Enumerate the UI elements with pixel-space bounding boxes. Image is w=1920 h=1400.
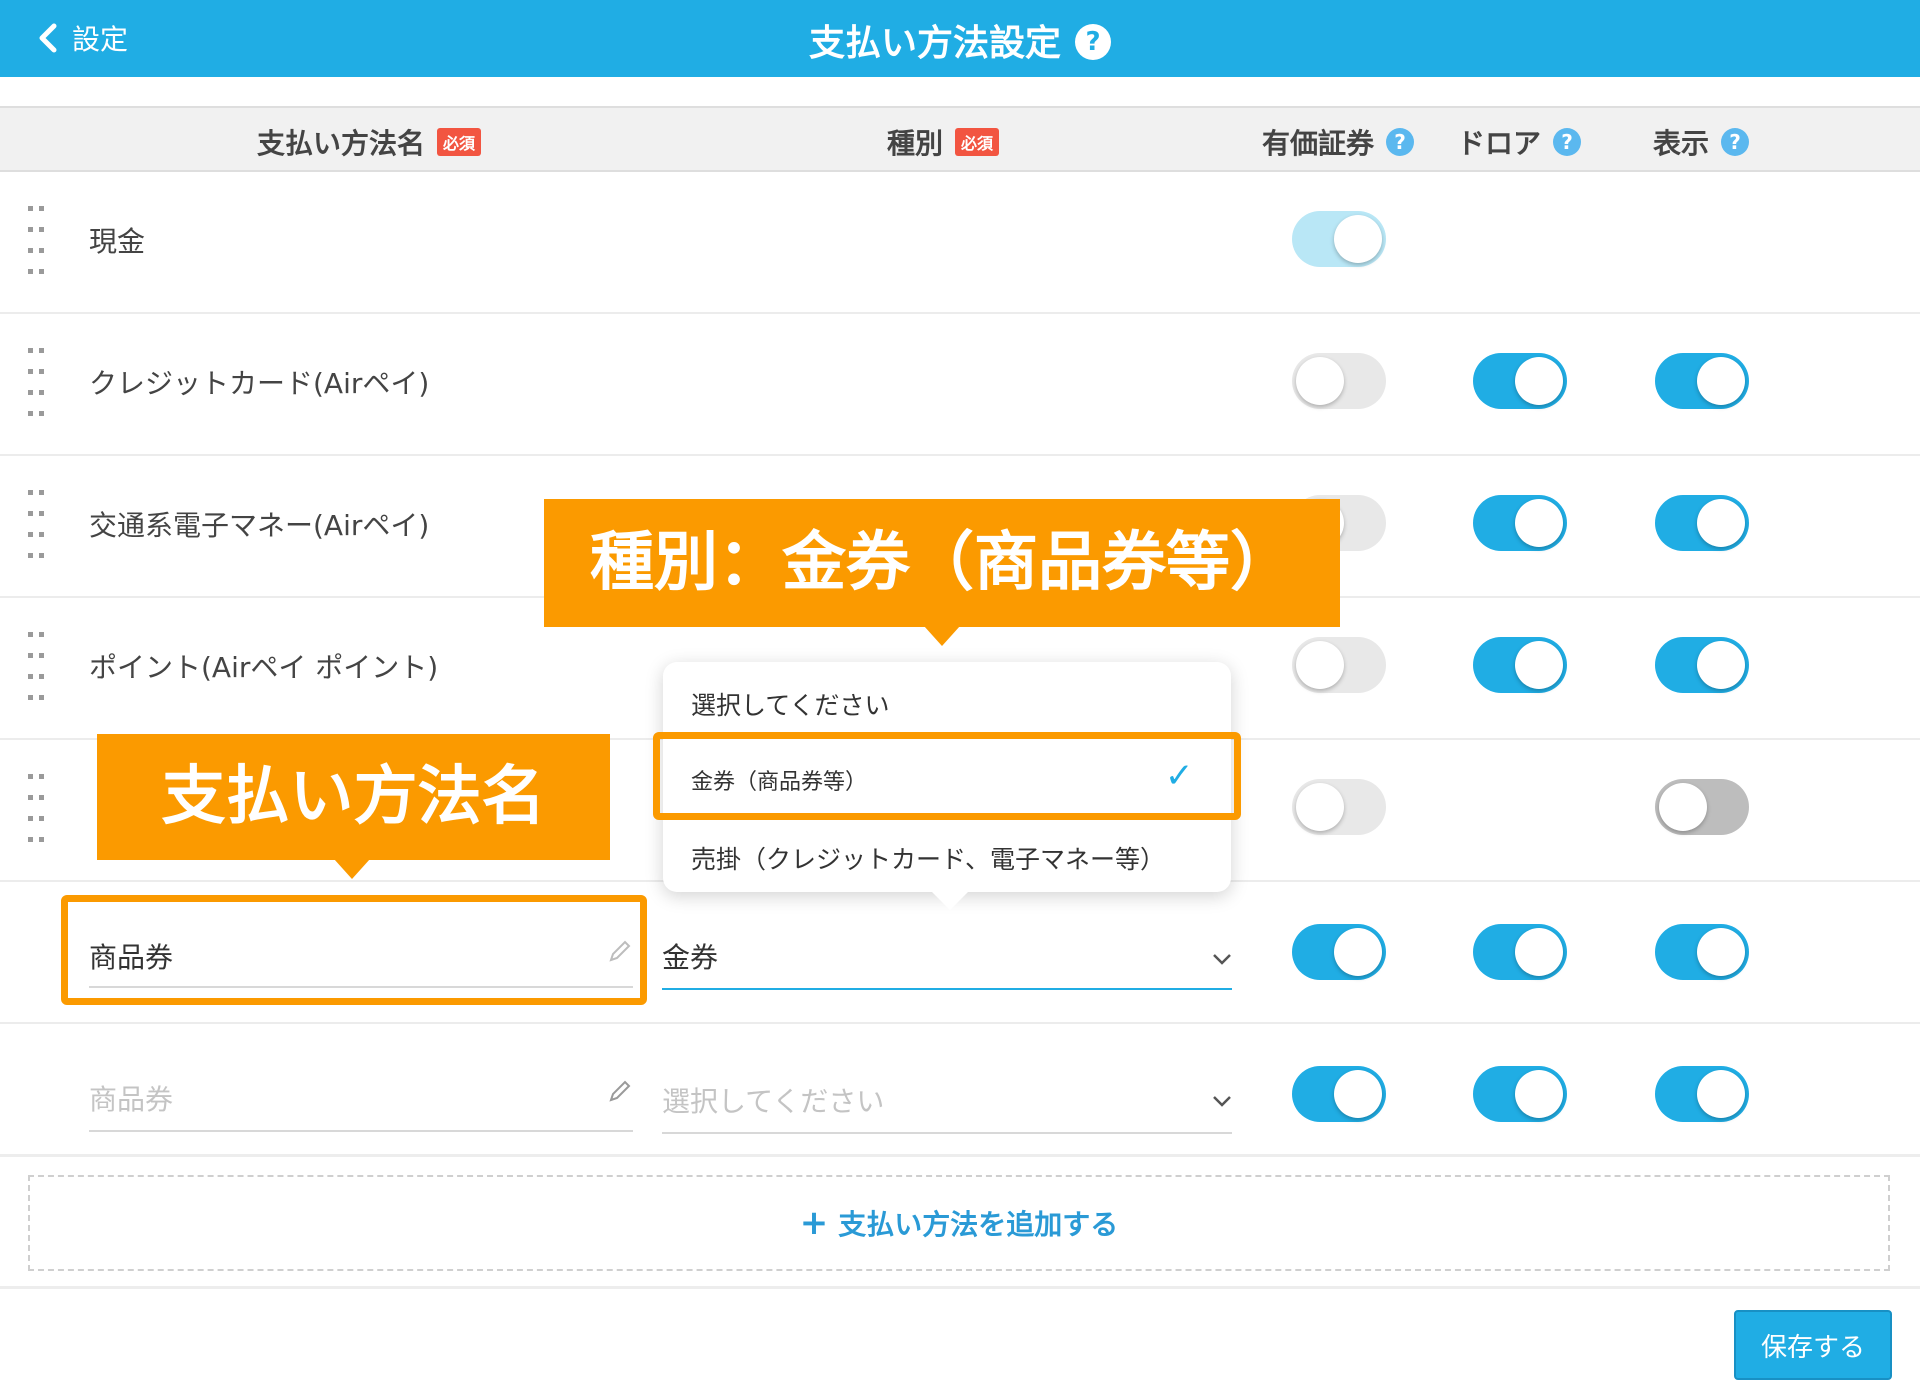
- securities-toggle[interactable]: [1292, 779, 1386, 835]
- securities-toggle[interactable]: [1292, 1066, 1386, 1122]
- display-toggle[interactable]: [1655, 637, 1749, 693]
- type-underline: [662, 988, 1232, 990]
- payment-method-name: ポイント(Airペイ ポイント): [89, 651, 439, 684]
- payment-method-name: 交通系電子マネー(Airペイ): [89, 509, 430, 542]
- securities-toggle[interactable]: [1292, 924, 1386, 980]
- drawer-toggle[interactable]: [1473, 637, 1567, 693]
- column-drawer-header: ドロア ?: [1457, 122, 1582, 162]
- toggle-knob: [1659, 783, 1707, 831]
- toggle-knob: [1515, 641, 1563, 689]
- toggle-knob: [1334, 215, 1382, 263]
- column-display-header: 表示 ?: [1653, 122, 1750, 162]
- callout-type-tail: [924, 626, 960, 646]
- callout-name-tail: [334, 859, 370, 879]
- help-icon[interactable]: ?: [1075, 24, 1111, 60]
- column-securities-header: 有価証券 ?: [1262, 122, 1415, 162]
- display-toggle[interactable]: [1655, 353, 1749, 409]
- display-toggle[interactable]: [1655, 495, 1749, 551]
- drag-handle-icon[interactable]: [28, 348, 46, 420]
- section-divider: [0, 1154, 1920, 1157]
- save-button[interactable]: 保存する: [1734, 1310, 1892, 1380]
- drag-handle-icon[interactable]: [28, 632, 46, 704]
- new-payment-name-input[interactable]: 商品券: [89, 1078, 173, 1118]
- column-name-header: 支払い方法名 必須: [257, 122, 482, 162]
- toggle-knob: [1334, 928, 1382, 976]
- securities-toggle[interactable]: [1292, 211, 1386, 267]
- display-toggle[interactable]: [1655, 1066, 1749, 1122]
- toggle-knob: [1334, 1070, 1382, 1118]
- dropdown-option[interactable]: 売掛（クレジットカード、電子マネー等）: [691, 840, 1165, 876]
- drag-handle-icon[interactable]: [28, 774, 46, 846]
- column-type-header: 種別 必須: [887, 122, 1000, 162]
- drag-handle-icon[interactable]: [28, 490, 46, 562]
- dropdown-option[interactable]: 選択してください: [691, 686, 890, 722]
- pencil-icon: [609, 1080, 631, 1102]
- callout-name: 支払い方法名: [97, 734, 610, 860]
- drawer-toggle[interactable]: [1473, 924, 1567, 980]
- toggle-knob: [1515, 928, 1563, 976]
- help-icon[interactable]: ?: [1386, 128, 1415, 156]
- dropdown-tail: [930, 890, 970, 910]
- help-icon[interactable]: ?: [1553, 128, 1582, 156]
- securities-toggle[interactable]: [1292, 637, 1386, 693]
- toggle-knob: [1515, 1070, 1563, 1118]
- highlight-selected-option: [653, 732, 1241, 820]
- payment-method-name: 現金: [89, 225, 146, 258]
- toggle-knob: [1697, 641, 1745, 689]
- toggle-knob: [1697, 928, 1745, 976]
- footer-divider: [0, 1286, 1920, 1289]
- plus-icon: +: [799, 1203, 829, 1243]
- required-badge: 必須: [955, 128, 1000, 156]
- new-type-select[interactable]: 選択してください: [662, 1080, 884, 1120]
- help-icon[interactable]: ?: [1721, 128, 1750, 156]
- add-button-label: 支払い方法を追加する: [838, 1208, 1119, 1241]
- name-underline: [89, 1130, 633, 1132]
- page-title: 支払い方法設定?: [0, 14, 1920, 66]
- toggle-knob: [1697, 1070, 1745, 1118]
- callout-type: 種別：金券（商品券等）: [544, 499, 1340, 627]
- display-toggle[interactable]: [1655, 779, 1749, 835]
- chevron-down-icon: [1213, 1096, 1231, 1107]
- drawer-toggle[interactable]: [1473, 353, 1567, 409]
- toggle-knob: [1697, 357, 1745, 405]
- type-select[interactable]: 金券: [662, 936, 718, 976]
- toggle-knob: [1296, 783, 1344, 831]
- table-row-new: 商品券 選択してください: [0, 1022, 1920, 1164]
- toggle-knob: [1296, 641, 1344, 689]
- drag-handle-icon[interactable]: [28, 206, 46, 278]
- required-badge: 必須: [437, 128, 482, 156]
- highlight-name-field: [61, 895, 647, 1005]
- toggle-knob: [1697, 499, 1745, 547]
- add-payment-method-button[interactable]: + 支払い方法を追加する: [28, 1175, 1890, 1271]
- payment-method-name: クレジットカード(Airペイ): [89, 367, 430, 400]
- drawer-toggle[interactable]: [1473, 495, 1567, 551]
- toggle-knob: [1296, 357, 1344, 405]
- column-header-row: 支払い方法名 必須 種別 必須 有価証券 ? ドロア ? 表示 ?: [0, 106, 1920, 172]
- securities-toggle[interactable]: [1292, 353, 1386, 409]
- table-row: 現金: [0, 170, 1920, 314]
- toggle-knob: [1515, 499, 1563, 547]
- chevron-down-icon: [1213, 954, 1231, 965]
- type-underline: [662, 1132, 1232, 1134]
- drawer-toggle[interactable]: [1473, 1066, 1567, 1122]
- display-toggle[interactable]: [1655, 924, 1749, 980]
- table-row: クレジットカード(Airペイ): [0, 312, 1920, 456]
- toggle-knob: [1515, 357, 1563, 405]
